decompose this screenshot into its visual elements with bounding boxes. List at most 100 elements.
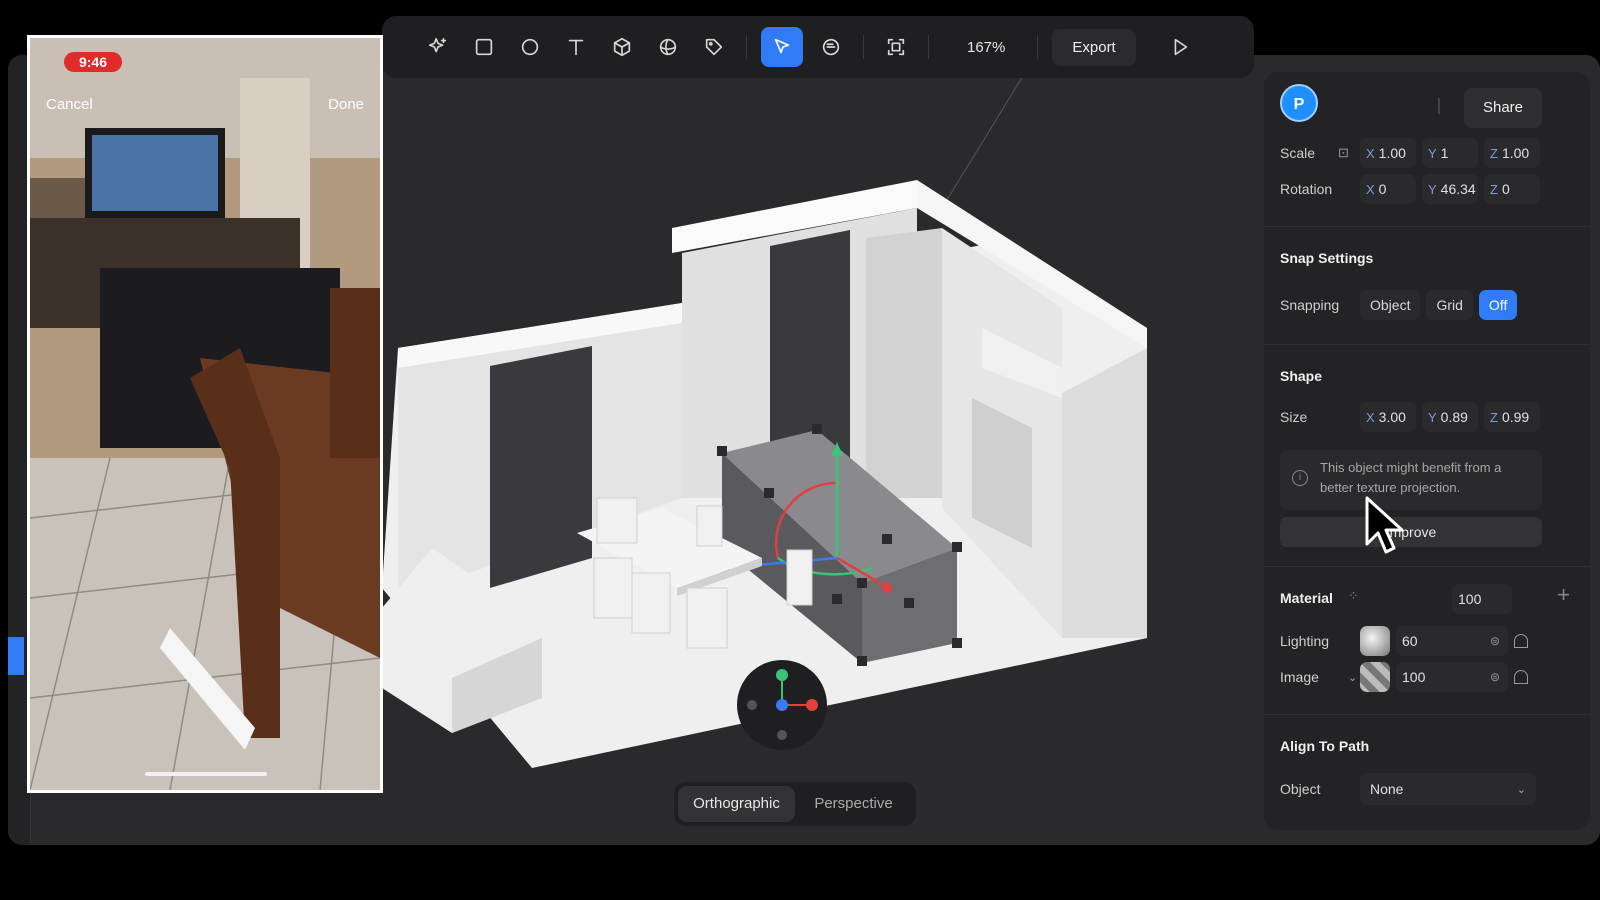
snap-grid-option[interactable]: Grid (1426, 290, 1473, 320)
lighting-value: 60 (1402, 633, 1418, 649)
scale-label: Scale (1280, 145, 1316, 161)
rotation-y-field[interactable]: Y 46.34 (1422, 174, 1478, 204)
view-mode-toggle: Orthographic Perspective (674, 782, 916, 826)
scale-z-field[interactable]: Z 1.00 (1484, 138, 1540, 168)
size-label: Size (1280, 409, 1308, 425)
cube-icon[interactable] (604, 29, 640, 65)
image-value-field[interactable]: 100 ⊜ (1396, 662, 1508, 692)
sphere-icon[interactable] (650, 29, 686, 65)
room-photo (30, 38, 380, 790)
3d-viewport[interactable]: Orthographic Perspective (382, 57, 1254, 826)
align-object-value: None (1370, 781, 1404, 797)
rotation-label: Rotation (1280, 181, 1333, 197)
snapping-label: Snapping (1280, 297, 1340, 313)
lighting-label: Lighting (1280, 633, 1330, 649)
image-value: 100 (1402, 669, 1426, 685)
section-divider (1264, 714, 1590, 715)
home-indicator (145, 772, 267, 776)
toolbar-separator (863, 35, 864, 59)
scale-y-value: 1 (1440, 145, 1449, 161)
comment-icon[interactable] (813, 29, 849, 65)
rectangle-icon[interactable] (466, 29, 502, 65)
chevron-down-icon[interactable]: ⌄ (1348, 671, 1360, 684)
size-x-value: 3.00 (1378, 409, 1406, 425)
axis-z-label: Z (1490, 409, 1498, 425)
snap-settings-title: Snap Settings (1280, 250, 1374, 266)
snap-off-option[interactable]: Off (1478, 290, 1518, 320)
avatar[interactable]: P (1280, 84, 1318, 122)
room-model[interactable] (382, 57, 1254, 790)
rotation-y-value: 46.34 (1440, 181, 1476, 197)
axis-x-label: X (1366, 181, 1375, 197)
sparkles-icon[interactable] (420, 29, 456, 65)
material-opacity-field[interactable]: 100 (1452, 584, 1512, 614)
ellipse-icon[interactable] (512, 29, 548, 65)
scale-x-value: 1.00 (1378, 145, 1406, 161)
toolbar-separator (746, 35, 747, 59)
align-object-row: Object None ⌄ (1280, 773, 1574, 805)
perspective-option[interactable]: Perspective (795, 786, 912, 822)
texture-info-text: This object might benefit from a better … (1320, 460, 1502, 495)
export-button[interactable]: Export (1052, 28, 1136, 66)
section-divider (1264, 226, 1590, 227)
improve-button[interactable]: Improve (1280, 517, 1542, 547)
top-toolbar: 167% Export (382, 16, 1254, 78)
link-icon[interactable]: ⊜ (1490, 634, 1500, 648)
tag-icon[interactable] (696, 29, 732, 65)
axis-z-label: Z (1490, 181, 1498, 197)
size-x-field[interactable]: X 3.00 (1360, 402, 1416, 432)
image-label: Image (1280, 669, 1319, 685)
rotation-row: Rotation X 0 Y 46.34 Z 0 (1280, 174, 1574, 204)
axis-z-label: Z (1490, 145, 1498, 161)
add-material-icon[interactable]: + (1557, 582, 1570, 608)
scale-y-field[interactable]: Y 1 (1422, 138, 1478, 168)
done-button[interactable]: Done (328, 96, 364, 113)
rotation-z-field[interactable]: Z 0 (1484, 174, 1540, 204)
image-row: Image ⌄ 100 ⊜ (1280, 662, 1574, 692)
chevron-down-icon: ⌄ (1516, 783, 1526, 796)
link-icon[interactable]: ⊜ (1490, 670, 1500, 684)
lock-icon[interactable]: ⊡ (1338, 145, 1360, 161)
axis-y-label: Y (1428, 181, 1437, 197)
size-y-field[interactable]: Y 0.89 (1422, 402, 1478, 432)
orthographic-option[interactable]: Orthographic (678, 786, 795, 822)
visibility-icon[interactable] (1514, 634, 1528, 648)
shape-title: Shape (1280, 368, 1323, 384)
share-button[interactable]: Share (1464, 88, 1542, 128)
info-icon: i (1292, 470, 1308, 486)
scale-x-field[interactable]: X 1.00 (1360, 138, 1416, 168)
pointer-icon[interactable] (761, 27, 803, 67)
section-divider (1264, 566, 1590, 567)
align-object-select[interactable]: None ⌄ (1360, 773, 1536, 805)
lighting-row: Lighting 60 ⊜ (1280, 626, 1574, 656)
grid-dots-icon[interactable]: ⁘ (1348, 588, 1359, 604)
align-to-path-title: Align To Path (1280, 738, 1370, 754)
axis-x-label: X (1366, 145, 1375, 161)
size-y-value: 0.89 (1440, 409, 1468, 425)
mouse-cursor-icon (1365, 496, 1404, 554)
axis-y-label: Y (1428, 145, 1437, 161)
axis-y-label: Y (1428, 409, 1437, 425)
lighting-value-field[interactable]: 60 ⊜ (1396, 626, 1508, 656)
rotation-x-value: 0 (1378, 181, 1387, 197)
size-z-value: 0.99 (1501, 409, 1530, 425)
size-row: Size X 3.00 Y 0.89 Z 0.99 (1280, 402, 1574, 432)
rotation-x-field[interactable]: X 0 (1360, 174, 1416, 204)
properties-panel: P Share Scale ⊡ X 1.00 Y 1 Z 1.00 Rotati… (1264, 72, 1590, 830)
image-swatch[interactable] (1360, 662, 1390, 692)
toolbar-separator (1037, 35, 1039, 59)
left-sidebar-accent[interactable] (8, 637, 24, 675)
toolbar-separator (928, 35, 929, 59)
frame-icon[interactable] (878, 29, 914, 65)
text-icon[interactable] (558, 29, 594, 65)
visibility-icon[interactable] (1514, 670, 1528, 684)
size-z-field[interactable]: Z 0.99 (1484, 402, 1540, 432)
play-icon[interactable] (1162, 29, 1198, 65)
cancel-button[interactable]: Cancel (46, 96, 93, 113)
scale-z-value: 1.00 (1501, 145, 1530, 161)
texture-info-box: i This object might benefit from a bette… (1280, 450, 1542, 510)
axis-x-label: X (1366, 409, 1375, 425)
snap-object-option[interactable]: Object (1360, 290, 1421, 320)
lighting-swatch[interactable] (1360, 626, 1390, 656)
zoom-level[interactable]: 167% (967, 39, 1005, 56)
